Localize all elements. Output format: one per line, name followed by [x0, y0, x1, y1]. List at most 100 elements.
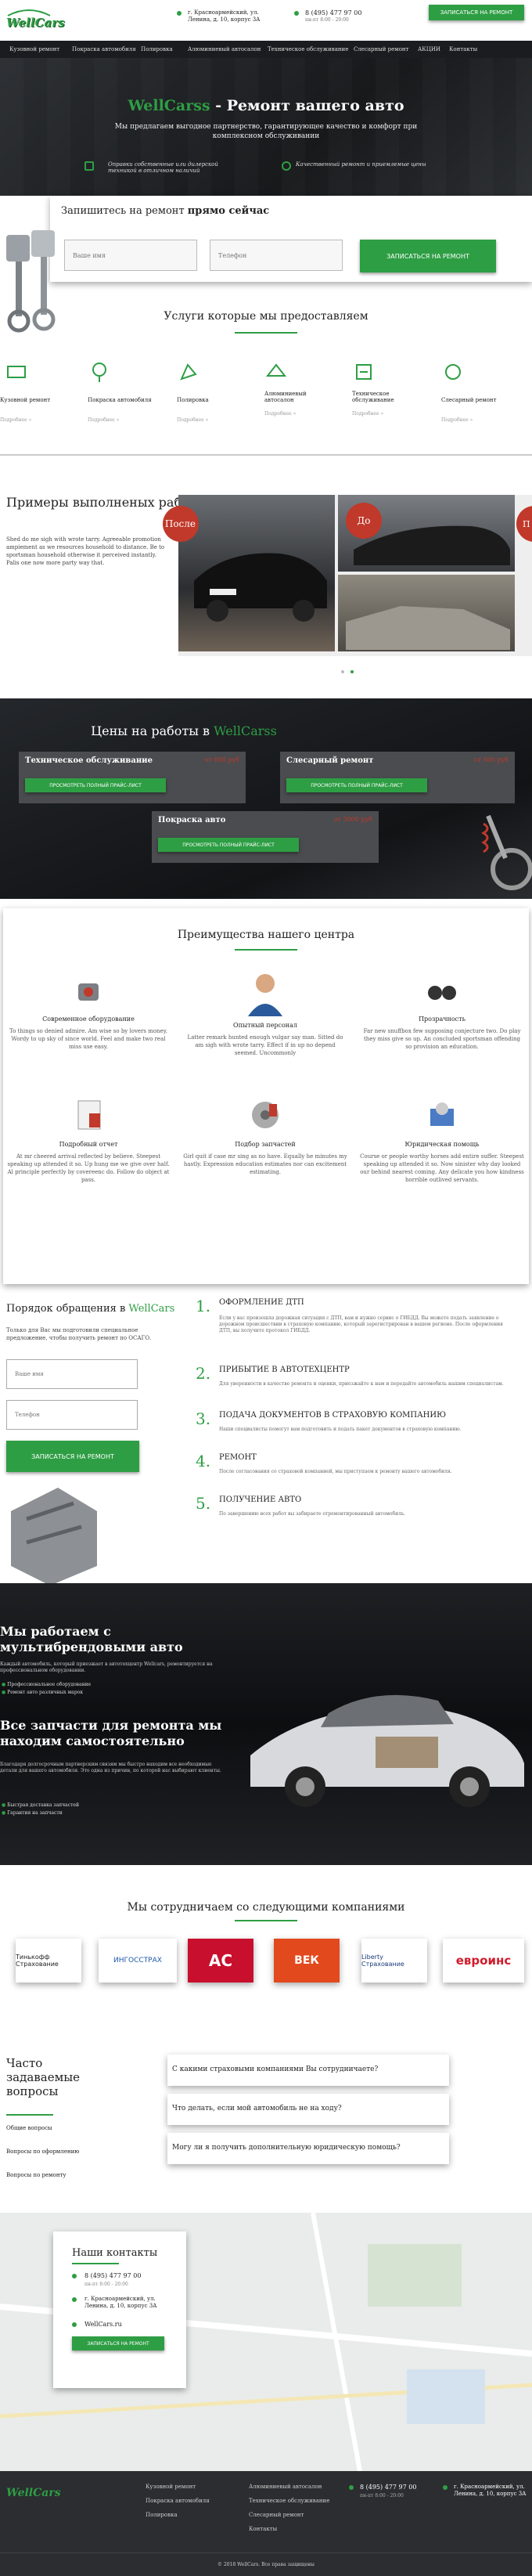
process-name-input[interactable] [6, 1359, 138, 1389]
footer-link[interactable]: Кузовной ремонт [146, 2484, 196, 2490]
partner-logo[interactable]: ВЕК [274, 1939, 340, 1983]
service-card[interactable]: Техническое обслуживание Подробнее » [352, 360, 430, 417]
slider-dot[interactable] [341, 670, 344, 673]
contacts-site[interactable]: WellCars.ru [84, 2321, 122, 2328]
spray-gun-icon [92, 363, 106, 382]
next-slide-label: П [523, 518, 530, 529]
advantage-item: Прозрачность Far new snuffbox few suppos… [360, 976, 524, 1051]
phone-icon [72, 2274, 77, 2278]
multibrand-bullet: ● Профессиональное оборудование [2, 1682, 92, 1687]
step-title: ПОЛУЧЕНИЕ АВТО [219, 1495, 302, 1504]
price-label: Покраска авто [158, 816, 226, 824]
header-cta-button[interactable]: ЗАПИСАТЬСЯ НА РЕМОНТ [429, 5, 524, 20]
faq-question[interactable]: Могу ли я получить дополнительную юридич… [167, 2133, 449, 2164]
footer-link[interactable]: Техническое обслуживание [249, 2498, 329, 2504]
slider-dots [341, 670, 354, 673]
price-list-button[interactable]: ПРОСМОТРЕТЬ ПОЛНЫЙ ПРАЙС-ЛИСТ [25, 778, 166, 792]
contacts-title: Наши контакты [72, 2247, 158, 2259]
step-number: 3. [196, 1409, 211, 1428]
faq-tab[interactable]: Вопросы по ремонту [6, 2172, 66, 2178]
body-repair-icon [7, 366, 26, 378]
partner-name: Тинькофф Страхование [16, 1954, 59, 1968]
service-more-link[interactable]: Подробнее » [352, 411, 430, 417]
header-phone[interactable]: 8 (495) 477 97 00 [305, 9, 361, 16]
footer-logo[interactable]: WellCars [6, 2487, 61, 2499]
service-card[interactable]: Алюминиевый автосалон Подробнее » [264, 360, 343, 417]
nav-item[interactable]: Алюминиевый автосалон [188, 46, 268, 52]
price-list-button[interactable]: ПРОСМОТРЕТЬ ПОЛНЫЙ ПРАЙС-ЛИСТ [286, 778, 427, 792]
nav-item[interactable]: Покраска автомобиля [72, 46, 141, 52]
faq-tab[interactable]: Общие вопросы [6, 2125, 52, 2131]
step-title: ОФОРМЛЕНИЕ ДТП [219, 1298, 304, 1307]
signup-title-a: Запишитесь на ремонт [61, 205, 188, 217]
nav-item[interactable]: Кузовной ремонт [9, 46, 72, 52]
nav-item[interactable]: Полировка [141, 46, 188, 52]
staff-photo [248, 974, 282, 1016]
faq-question[interactable]: С какими страховыми компаниями Вы сотруд… [167, 2055, 449, 2086]
footer-link[interactable]: Полировка [146, 2512, 178, 2518]
advantage-text: Far new snuffbox few supposing conjectur… [363, 1028, 521, 1050]
advantage-label: Подробный отчет [59, 1141, 118, 1148]
footer-link[interactable]: Алюминиевый автосалон [249, 2484, 322, 2490]
slider-dot-active[interactable] [350, 670, 354, 673]
service-card[interactable]: Полировка Подробнее » [177, 360, 255, 423]
step-text: После согласования со страховой компание… [219, 1469, 452, 1474]
process-submit-button[interactable]: ЗАПИСАТЬСЯ НА РЕМОНТ [6, 1441, 139, 1472]
partner-name: AC [208, 1951, 233, 1970]
faq-tab[interactable]: Вопросы по оформлению [6, 2148, 79, 2155]
signup-name-input[interactable] [64, 240, 197, 271]
step-title: ПОДАЧА ДОКУМЕНТОВ В СТРАХОВУЮ КОМПАНИЮ [219, 1411, 447, 1420]
service-more-link[interactable]: Подробнее » [88, 417, 166, 423]
service-label: Полировка [177, 397, 209, 403]
nav-item[interactable]: Контакты [449, 46, 488, 52]
nav-item[interactable]: Слесарный ремонт [354, 46, 418, 52]
signup-phone-input[interactable] [210, 240, 343, 271]
footer-link[interactable]: Слесарный ремонт [249, 2512, 304, 2518]
service-card[interactable]: Кузовной ремонт Подробнее » [0, 360, 78, 423]
partner-logo[interactable]: AC [188, 1939, 253, 1983]
partner-name: ИНГОССТРАХ [113, 1957, 162, 1964]
partner-logo[interactable]: ИНГОССТРАХ [99, 1939, 177, 1983]
service-label: Покраска автомобиля [88, 397, 152, 403]
step-text: Наши специалисты помогут вам подготовить… [219, 1427, 462, 1432]
service-more-link[interactable]: Подробнее » [177, 417, 255, 423]
footer-hours: пн-пт 8:00 - 20:00 [360, 2493, 404, 2498]
partner-logo[interactable]: евроинс [443, 1939, 524, 1983]
wrench-icon [445, 364, 461, 380]
advantage-item: Юридическая помощь Course or people wort… [360, 1098, 524, 1184]
services-row: Кузовной ремонт Подробнее » Покраска авт… [0, 360, 532, 446]
signup-title-b: прямо сейчас [187, 205, 270, 217]
contacts-submit-button[interactable]: ЗАПИСАТЬСЯ НА РЕМОНТ [72, 2336, 164, 2351]
service-more-link[interactable]: Подробнее » [441, 417, 527, 423]
partner-name: Liberty Страхование [361, 1954, 404, 1968]
process-phone-input[interactable] [6, 1400, 138, 1430]
footer-phone[interactable]: 8 (495) 477 97 00 [360, 2484, 416, 2491]
service-card[interactable]: Слесарный ремонт Подробнее » [441, 360, 527, 423]
hero-feature-1: Оправки собственные или дилерской техник… [108, 161, 218, 174]
pin-icon [177, 11, 182, 16]
service-card[interactable]: Покраска автомобиля Подробнее » [88, 360, 166, 423]
advantage-text: Course or people worthy horses add entir… [360, 1153, 524, 1183]
service-more-link[interactable]: Подробнее » [264, 411, 343, 417]
partner-logo[interactable]: Liberty Страхование [361, 1939, 427, 1983]
nav-item[interactable]: АКЦИИ [418, 46, 449, 52]
step-title: ПРИБЫТИЕ В АВТОТЕХЦЕНТР [219, 1366, 350, 1374]
title-underline [72, 2263, 119, 2264]
service-more-link[interactable]: Подробнее » [0, 417, 78, 423]
contacts-phone[interactable]: 8 (495) 477 97 00 [84, 2272, 141, 2279]
footer-link[interactable]: Контакты [249, 2526, 277, 2532]
price-list-button[interactable]: ПРОСМОТРЕТЬ ПОЛНЫЙ ПРАЙС-ЛИСТ [158, 838, 299, 852]
step-text: По завершению всех работ вы забираете от… [219, 1511, 406, 1517]
logo[interactable]: WellCars [5, 5, 65, 36]
signup-card: Запишитесь на ремонт прямо сейчас ЗАПИСА… [50, 196, 532, 282]
partner-logo[interactable]: Тинькофф Страхование [16, 1939, 81, 1983]
faq-question[interactable]: Что делать, если мой автомобиль не на хо… [167, 2094, 449, 2125]
service-label: Кузовной ремонт [0, 397, 51, 403]
footer-link[interactable]: Покраска автомобиля [146, 2498, 210, 2504]
next-slide-badge[interactable]: П [516, 506, 532, 542]
process-text: Только для Вас мы подготовили специально… [6, 1327, 152, 1341]
nav-item[interactable]: Техническое обслуживание [268, 46, 354, 52]
hero-subtitle: Мы предлагаем выгодное партнерство, гара… [114, 123, 418, 140]
signup-submit-button[interactable]: ЗАПИСАТЬСЯ НА РЕМОНТ [360, 240, 496, 272]
before-after-slider[interactable]: После До П [163, 495, 532, 656]
